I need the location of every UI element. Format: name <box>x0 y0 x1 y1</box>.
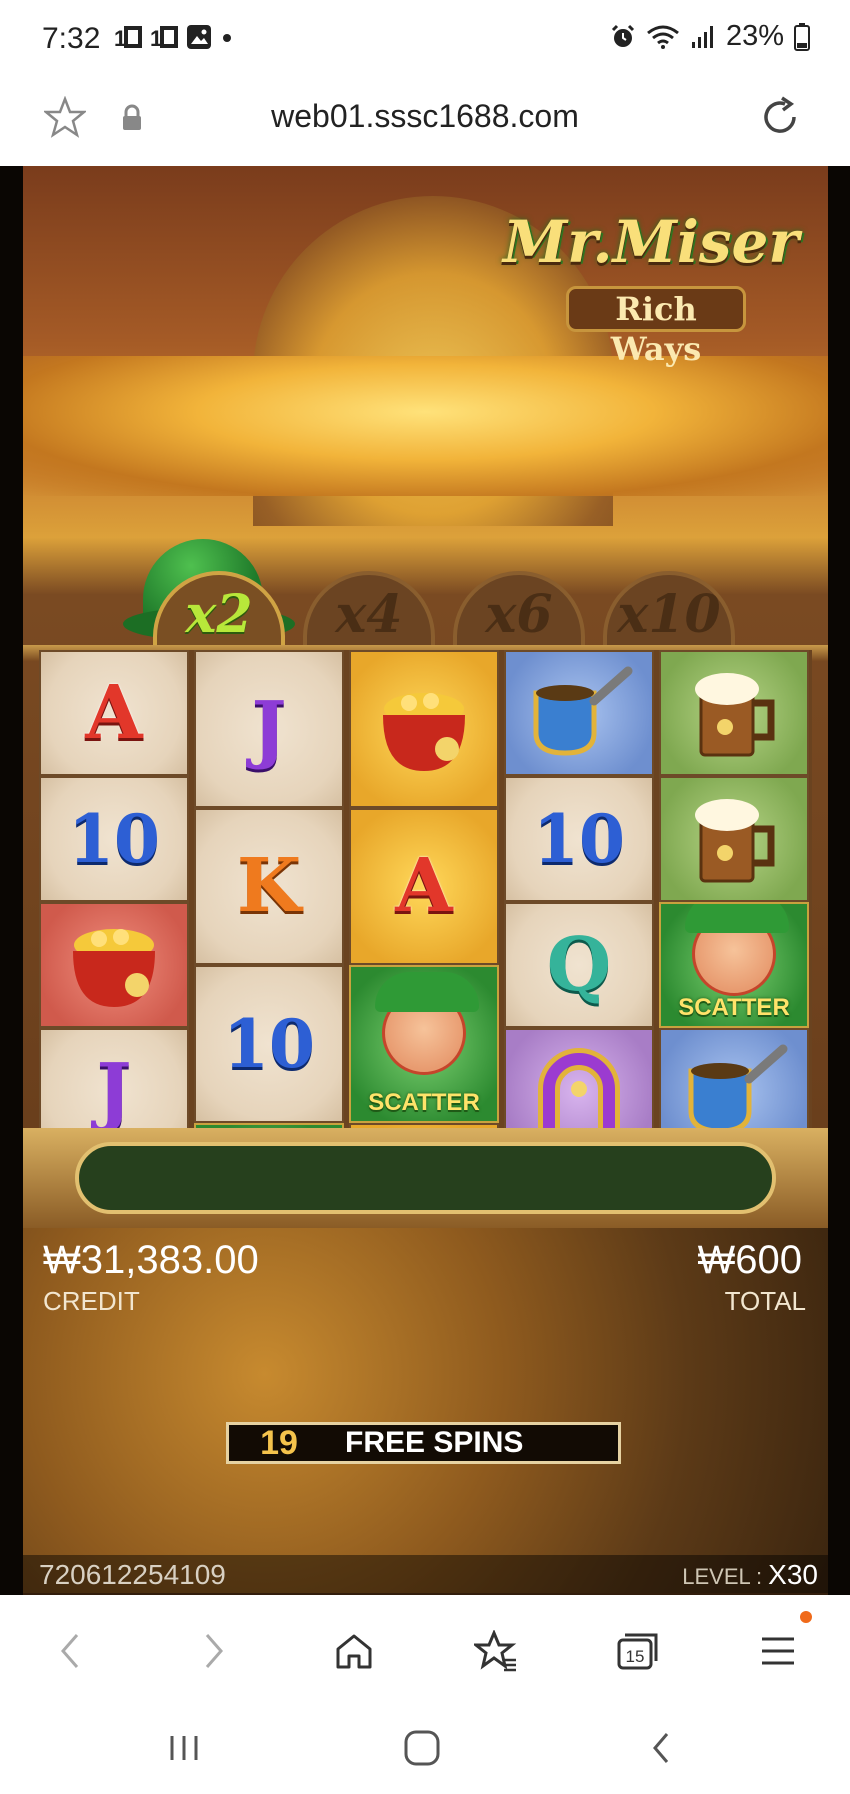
recents-button[interactable] <box>162 1726 206 1770</box>
symbol-label: 10 <box>68 800 160 878</box>
url-text[interactable]: web01.sssc1688.com <box>0 98 850 135</box>
leprechaun-icon <box>375 971 479 1075</box>
free-spins-count: 19 <box>260 1423 298 1462</box>
symbol-label: Q <box>546 922 612 1008</box>
credit-panel: ₩31,383.00 CREDIT ₩600 TOTAL 19 FREE SPI… <box>23 1228 828 1593</box>
level-value: X30 <box>768 1559 818 1590</box>
nr-icon: 1 <box>150 26 178 50</box>
gallery-icon <box>187 25 211 49</box>
home-icon <box>336 1634 372 1669</box>
symbol-label: 10 <box>223 1004 315 1083</box>
symbol-ten: 10 <box>194 965 344 1123</box>
symbol-pipe <box>504 650 654 776</box>
bookmarks-button[interactable] <box>470 1625 522 1677</box>
credit-value: ₩31,383.00 <box>43 1238 259 1282</box>
pipe-icon <box>533 666 633 756</box>
logo-subtitle: Rich Ways <box>566 286 746 368</box>
home-button[interactable] <box>328 1625 380 1677</box>
scatter-label: SCATTER <box>368 1088 480 1116</box>
round-id: 720612254109 <box>39 1559 226 1590</box>
signal-icon <box>691 25 713 48</box>
level-label: LEVEL : <box>682 1564 763 1589</box>
game-footer: 720612254109 LEVEL : X30 <box>23 1555 828 1595</box>
credit-label: CREDIT <box>43 1286 140 1316</box>
back-icon <box>61 1634 79 1668</box>
message-bar <box>75 1142 776 1214</box>
total-bet-value: ₩600 <box>697 1238 803 1282</box>
symbol-beer <box>659 650 809 776</box>
symbol-scatter: SCATTER <box>349 965 499 1123</box>
reload-icon[interactable] <box>760 96 802 138</box>
dot-icon <box>223 34 231 42</box>
tabs-button[interactable]: 15 <box>612 1625 664 1677</box>
symbol-ten: 10 <box>504 776 654 902</box>
system-home-button[interactable] <box>400 1726 444 1770</box>
multiplier-row: x2 x4 x6 x10 <box>23 411 828 661</box>
symbol-pot <box>349 650 499 808</box>
level-indicator: LEVEL : X30 <box>682 1559 818 1591</box>
alarm-icon <box>611 24 635 47</box>
game-scene[interactable]: Mr.Miser Rich Ways x2 x4 x6 x10 A10JQJK1… <box>23 166 828 1595</box>
battery-percent: 23% <box>725 20 784 52</box>
home-icon <box>404 1730 440 1766</box>
status-right: 23% <box>610 20 810 53</box>
symbol-beer <box>659 776 809 902</box>
symbol-label: J <box>96 1048 132 1134</box>
game-viewport[interactable]: Mr.Miser Rich Ways x2 x4 x6 x10 A10JQJK1… <box>0 166 850 1595</box>
beer-mug-icon <box>695 799 775 883</box>
nr-icon: 1 <box>114 26 142 50</box>
pot-of-gold-icon <box>383 692 465 771</box>
clock: 7:32 <box>42 22 101 55</box>
symbol-ten: 10 <box>39 776 189 902</box>
game-logo: Mr.Miser Rich Ways <box>496 208 806 368</box>
pipe-icon <box>688 1044 788 1134</box>
symbol-label: 10 <box>533 800 625 878</box>
screen: 7:32 1 1 23% web01.sssc1688.com Mr.Miser <box>0 0 850 1794</box>
forward-icon <box>205 1634 223 1668</box>
scatter-label: SCATTER <box>678 994 790 1021</box>
battery-icon <box>794 22 810 51</box>
notification-icons: 1 1 <box>114 24 234 50</box>
free-spins-label: FREE SPINS <box>345 1426 524 1459</box>
symbol-scatter: SCATTER <box>659 902 809 1028</box>
beer-mug-icon <box>695 673 775 757</box>
browser-toolbar: 15 <box>0 1595 850 1700</box>
wifi-icon <box>647 25 679 49</box>
symbol-label: K <box>236 843 302 930</box>
back-icon <box>653 1733 669 1763</box>
free-spins-banner: 19 FREE SPINS <box>226 1422 621 1464</box>
tab-count: 15 <box>626 1647 645 1666</box>
bookmarks-icon <box>474 1630 517 1672</box>
url-bar: web01.sssc1688.com <box>0 80 850 166</box>
symbol-q: Q <box>504 902 654 1028</box>
system-back-button[interactable] <box>640 1726 684 1770</box>
leprechaun-icon <box>685 904 789 996</box>
recents-icon <box>170 1736 198 1760</box>
multiplier-x10: x10 <box>603 571 735 651</box>
message-frame <box>23 1128 828 1228</box>
menu-button[interactable] <box>752 1625 804 1677</box>
symbol-k: K <box>194 807 344 965</box>
logo-title: Mr.Miser <box>503 208 799 276</box>
symbol-a: A <box>349 807 499 965</box>
forward-button[interactable] <box>188 1625 240 1677</box>
horseshoe-icon <box>538 1048 620 1133</box>
symbol-label: A <box>85 670 143 756</box>
total-bet-label: TOTAL <box>724 1286 806 1316</box>
pot-of-gold-icon <box>73 929 155 1007</box>
multiplier-x4: x4 <box>303 571 435 651</box>
symbol-j: J <box>194 650 344 808</box>
back-button[interactable] <box>44 1625 96 1677</box>
notification-dot <box>800 1611 812 1623</box>
symbol-label: J <box>251 685 287 772</box>
multiplier-x6: x6 <box>453 571 585 651</box>
tabs-icon: 15 <box>617 1633 658 1670</box>
status-bar: 7:32 1 1 23% <box>0 0 850 80</box>
symbol-label: A <box>395 843 453 930</box>
symbol-a: A <box>39 650 189 776</box>
menu-icon <box>762 1637 794 1665</box>
system-navigation <box>0 1700 850 1794</box>
symbol-pot <box>39 902 189 1028</box>
